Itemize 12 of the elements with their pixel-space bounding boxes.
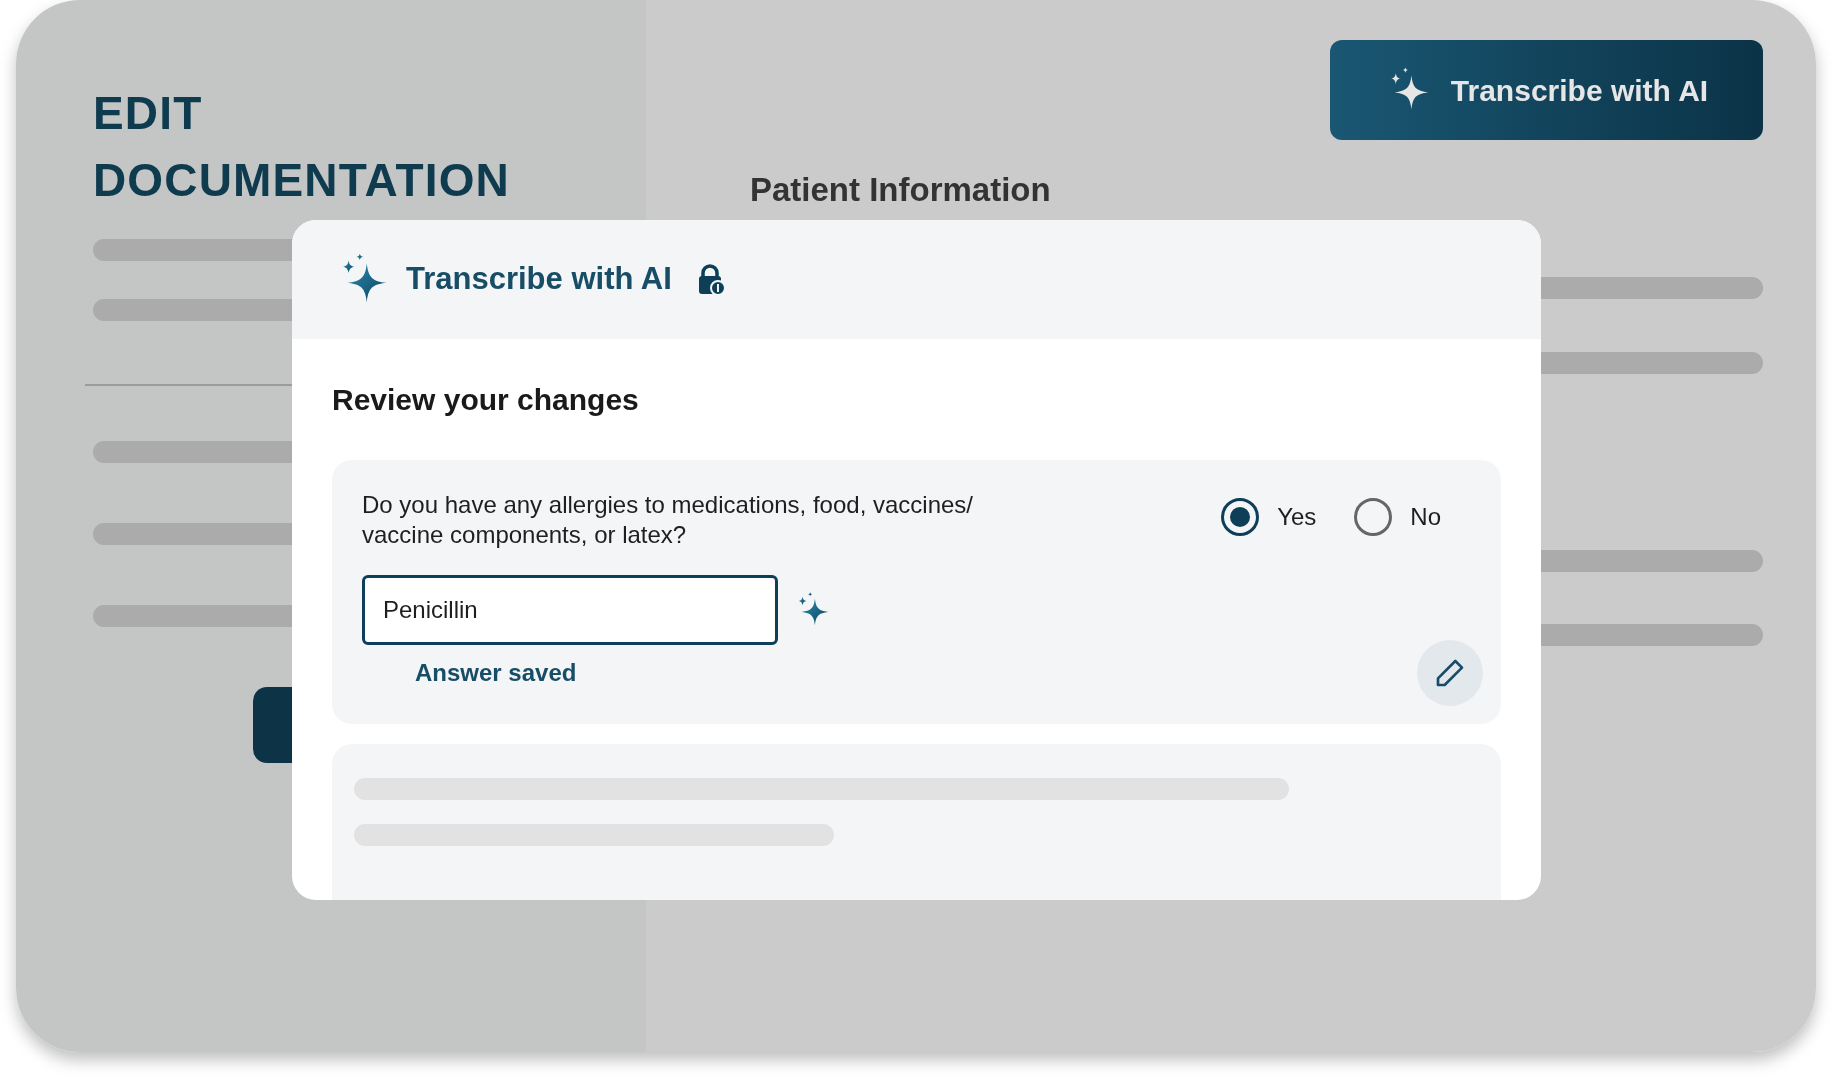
save-status: Answer saved: [415, 658, 577, 688]
radio-option[interactable]: No: [1354, 498, 1441, 536]
question-text: Do you have any allergies to medications, food, vaccines/ vaccine components, or latex?: [362, 490, 974, 550]
modal-title: Transcribe with AI: [406, 260, 672, 299]
radio-option[interactable]: Yes: [1221, 498, 1317, 536]
answer-field[interactable]: Penicillin: [362, 575, 778, 645]
review-heading: Review your changes: [332, 382, 640, 418]
section-heading: Patient Information: [750, 170, 1052, 210]
page-title: EDIT: [93, 86, 204, 141]
page-title: DOCUMENTATION: [93, 153, 511, 208]
transcribe-button[interactable]: Transcribe with AI: [1330, 40, 1763, 140]
pencil-icon: [1434, 657, 1466, 689]
